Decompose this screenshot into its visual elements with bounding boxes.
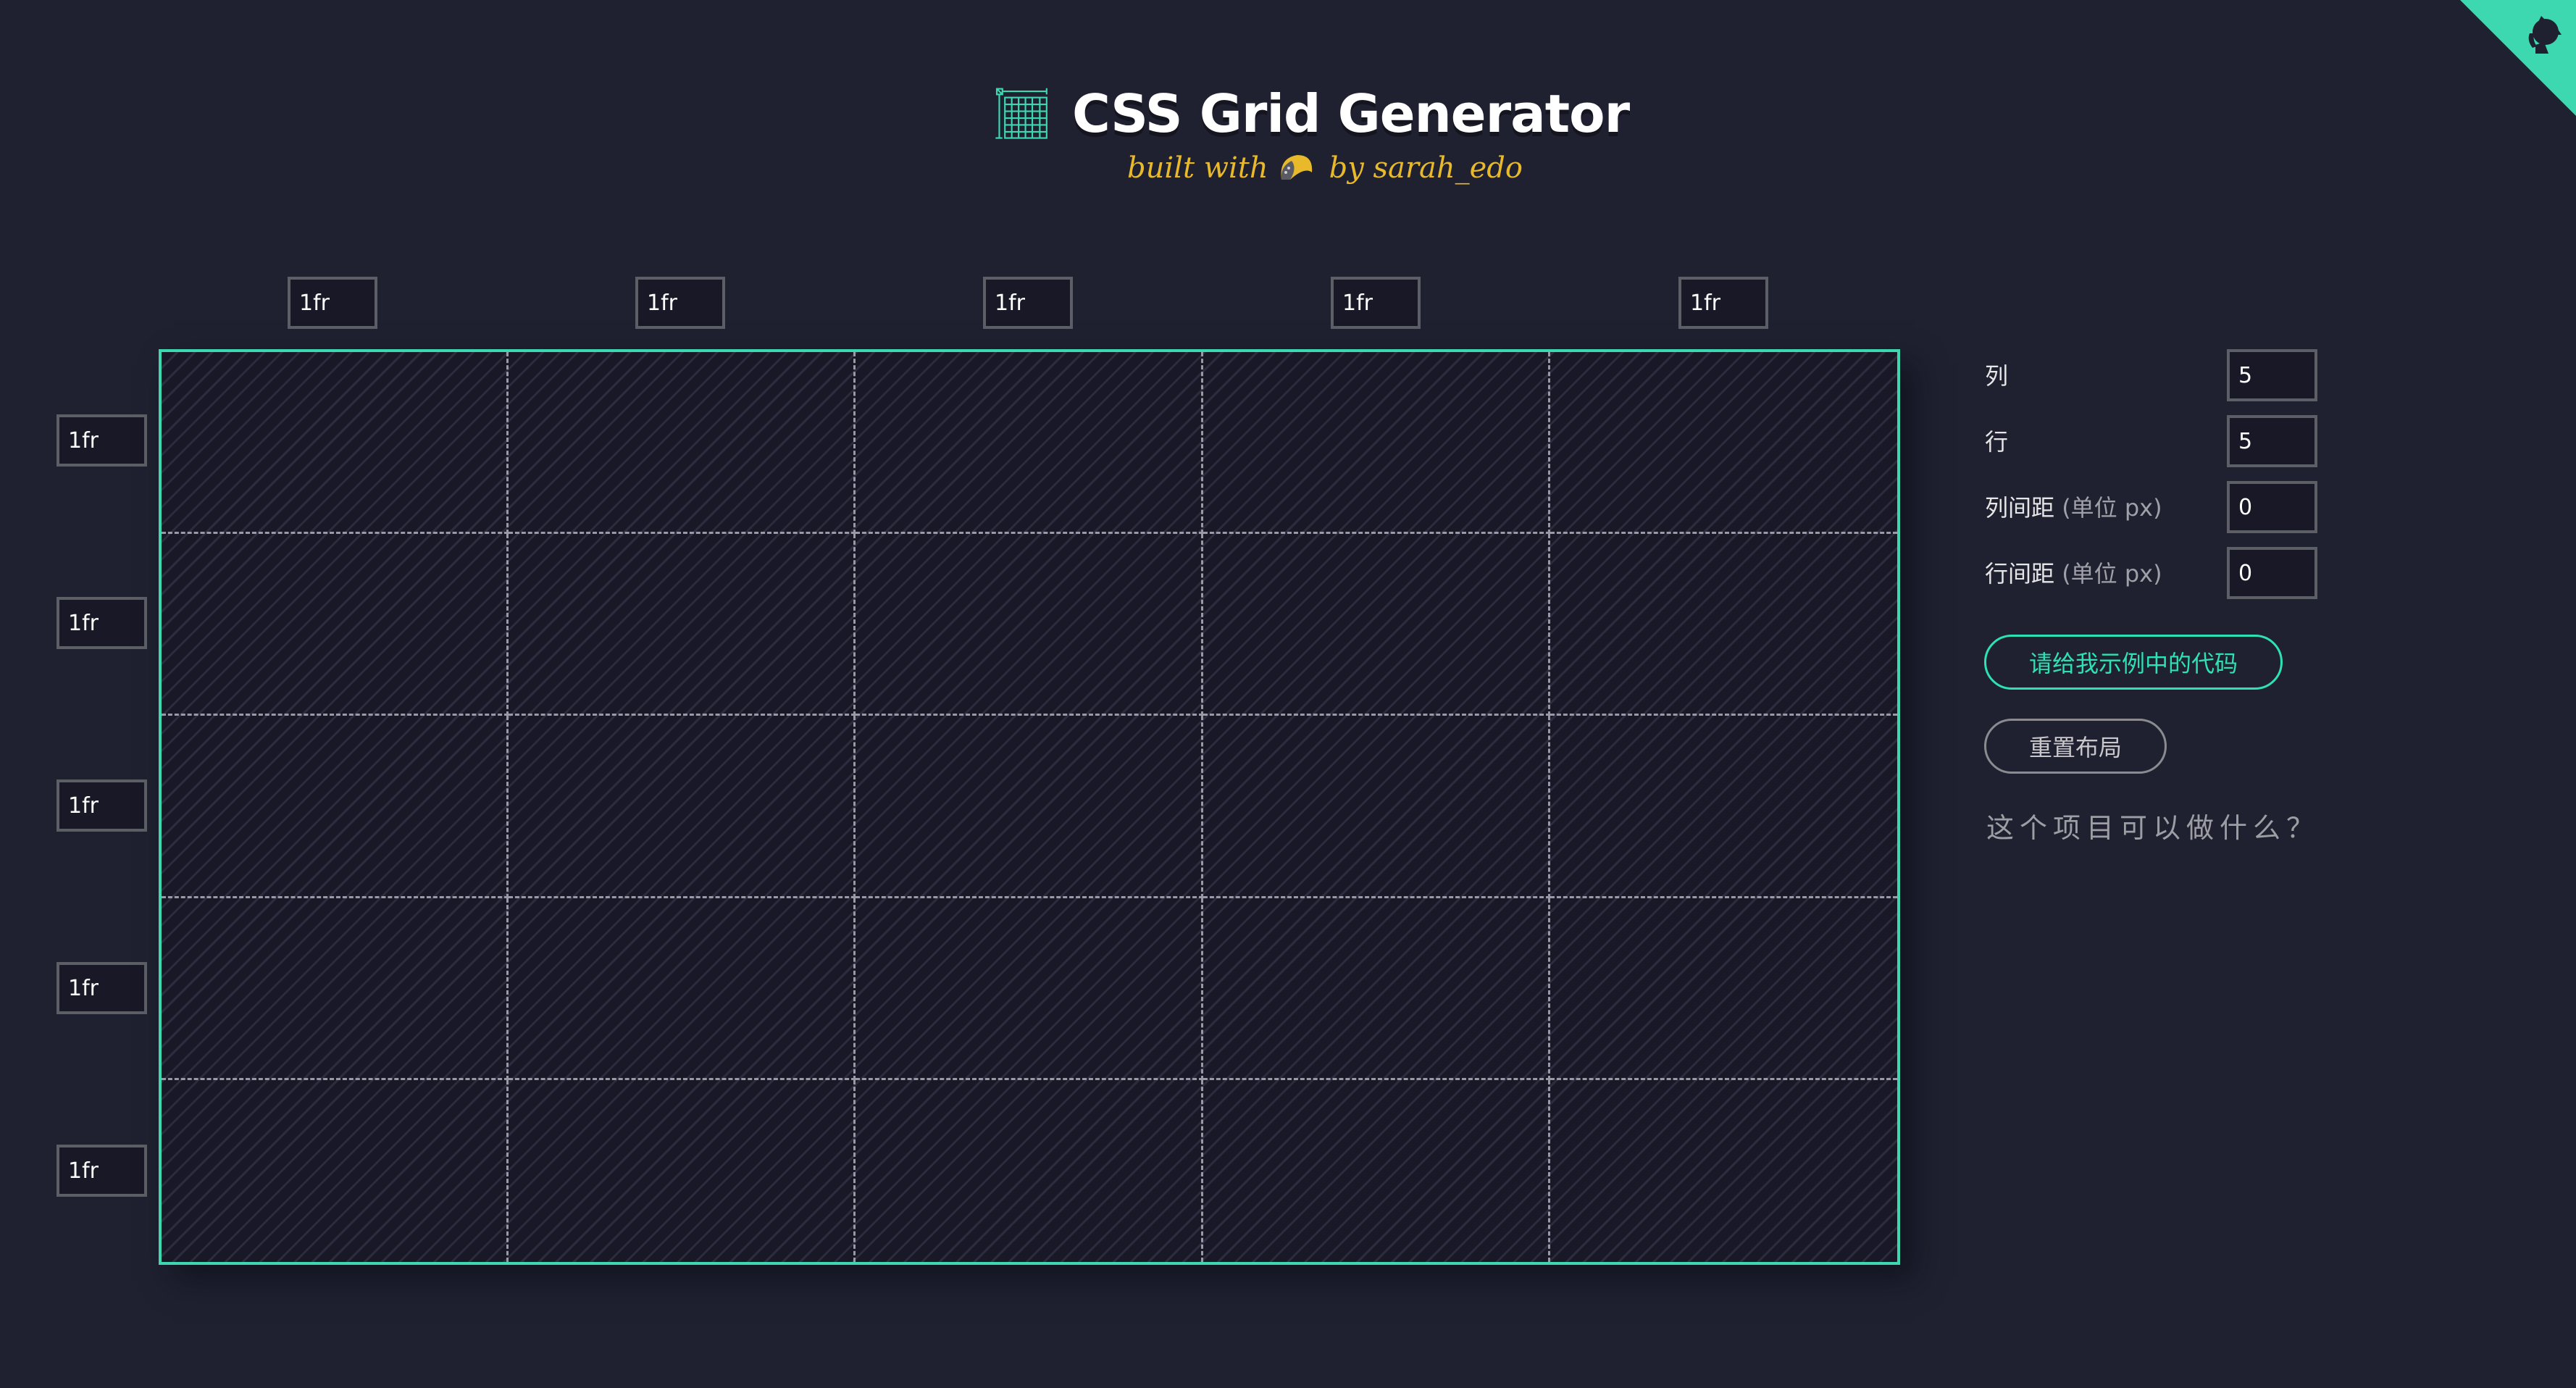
- byline-prefix: built with: [1127, 151, 1268, 185]
- rows-count-input[interactable]: [2227, 415, 2317, 467]
- grid-cell[interactable]: [162, 716, 509, 898]
- github-corner-link[interactable]: [2460, 0, 2576, 116]
- column-gap-label-text: 列间距: [1985, 494, 2055, 522]
- reset-layout-button[interactable]: 重置布局: [1984, 719, 2167, 774]
- grid-cell[interactable]: [1203, 352, 1550, 535]
- column-size-input-1[interactable]: [288, 277, 377, 329]
- byline-suffix: by sarah_edo: [1329, 151, 1523, 185]
- grid-cell[interactable]: [856, 1079, 1203, 1262]
- grid-cell[interactable]: [856, 716, 1203, 898]
- grid-cell[interactable]: [1203, 534, 1550, 716]
- grid-logo-icon: [995, 88, 1047, 139]
- grid-cell[interactable]: [1203, 1079, 1550, 1262]
- grid-cell[interactable]: [509, 716, 856, 898]
- grid-cell[interactable]: [509, 534, 856, 716]
- row-size-input-2[interactable]: [57, 597, 147, 649]
- column-size-input-2[interactable]: [635, 277, 725, 329]
- columns-label: 列: [1985, 362, 2009, 390]
- row-size-input-5[interactable]: [57, 1145, 147, 1197]
- column-gap-label: 列间距 (单位 px): [1985, 490, 2162, 523]
- grid-canvas[interactable]: [159, 349, 1900, 1265]
- grid-cell[interactable]: [162, 534, 509, 716]
- column-size-input-3[interactable]: [983, 277, 1073, 329]
- row-size-input-3[interactable]: [57, 779, 147, 832]
- rows-label: 行: [1985, 428, 2009, 456]
- column-size-input-5[interactable]: [1678, 277, 1768, 329]
- grid-cell[interactable]: [509, 1079, 856, 1262]
- grid-cell[interactable]: [1203, 898, 1550, 1080]
- grid-cell[interactable]: [162, 352, 509, 535]
- grid-cell[interactable]: [856, 534, 1203, 716]
- grid-cell[interactable]: [856, 352, 1203, 535]
- grid-cell[interactable]: [1550, 1080, 1897, 1262]
- grid-cell[interactable]: [1550, 716, 1897, 898]
- show-code-button[interactable]: 请给我示例中的代码: [1984, 635, 2283, 690]
- grid-cell[interactable]: [1550, 352, 1897, 535]
- column-gap-input[interactable]: [2227, 481, 2317, 533]
- columns-count-input[interactable]: [2227, 349, 2317, 401]
- row-gap-input[interactable]: [2227, 547, 2317, 599]
- row-size-input-4[interactable]: [57, 962, 147, 1014]
- taco-icon: [1281, 155, 1312, 180]
- row-gap-label-text: 行间距: [1985, 560, 2055, 588]
- grid-cell[interactable]: [509, 898, 856, 1080]
- grid-cell[interactable]: [856, 898, 1203, 1080]
- column-size-input-4[interactable]: [1331, 277, 1421, 329]
- column-gap-unit: (单位 px): [2062, 494, 2162, 522]
- what-can-this-do-link[interactable]: 这个项目可以做什么？: [1986, 806, 2320, 845]
- grid-cell[interactable]: [1550, 898, 1897, 1080]
- grid-cell[interactable]: [162, 898, 509, 1080]
- row-gap-label: 行间距 (单位 px): [1985, 556, 2162, 589]
- row-size-input-1[interactable]: [57, 414, 147, 467]
- grid-cell[interactable]: [1203, 716, 1550, 898]
- grid-cell[interactable]: [162, 1079, 509, 1262]
- byline: built with by sarah_edo: [1127, 151, 1523, 185]
- grid-cell[interactable]: [1550, 534, 1897, 716]
- page-title: CSS Grid Generator: [1072, 83, 1630, 144]
- page-header: CSS Grid Generator: [992, 81, 1630, 146]
- grid-cell[interactable]: [509, 352, 856, 535]
- row-gap-unit: (单位 px): [2062, 560, 2162, 588]
